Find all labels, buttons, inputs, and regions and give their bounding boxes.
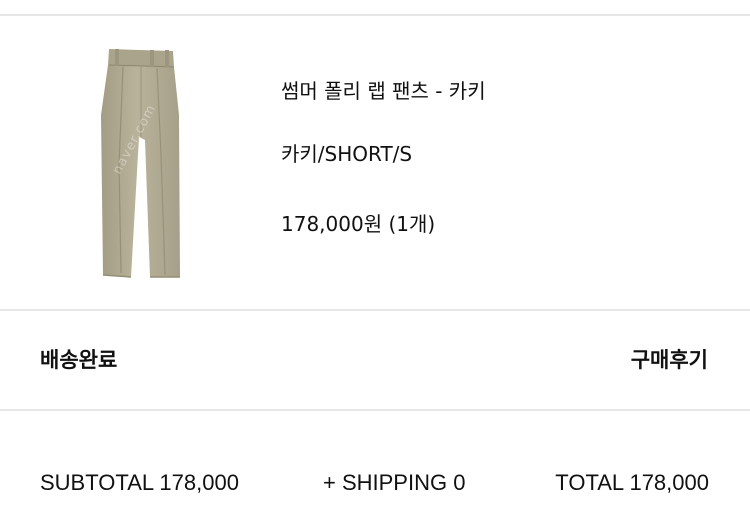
top-divider	[0, 14, 750, 16]
shipping-fee: + SHIPPING 0	[323, 470, 466, 495]
product-name[interactable]: 썸머 폴리 랩 팬츠 - 카키	[281, 75, 486, 104]
delivery-status: 배송완료	[40, 348, 118, 372]
order-total: TOTAL 178,000	[555, 470, 709, 495]
product-option: 카키/SHORT/S	[281, 142, 413, 166]
middle-divider	[0, 309, 750, 311]
write-review-button[interactable]: 구매후기	[631, 344, 708, 374]
bottom-divider	[0, 409, 750, 411]
product-image[interactable]	[95, 45, 185, 280]
subtotal: SUBTOTAL 178,000	[40, 470, 239, 495]
product-price: 178,000원 (1개)	[281, 212, 436, 236]
pants-image-icon	[101, 49, 180, 278]
